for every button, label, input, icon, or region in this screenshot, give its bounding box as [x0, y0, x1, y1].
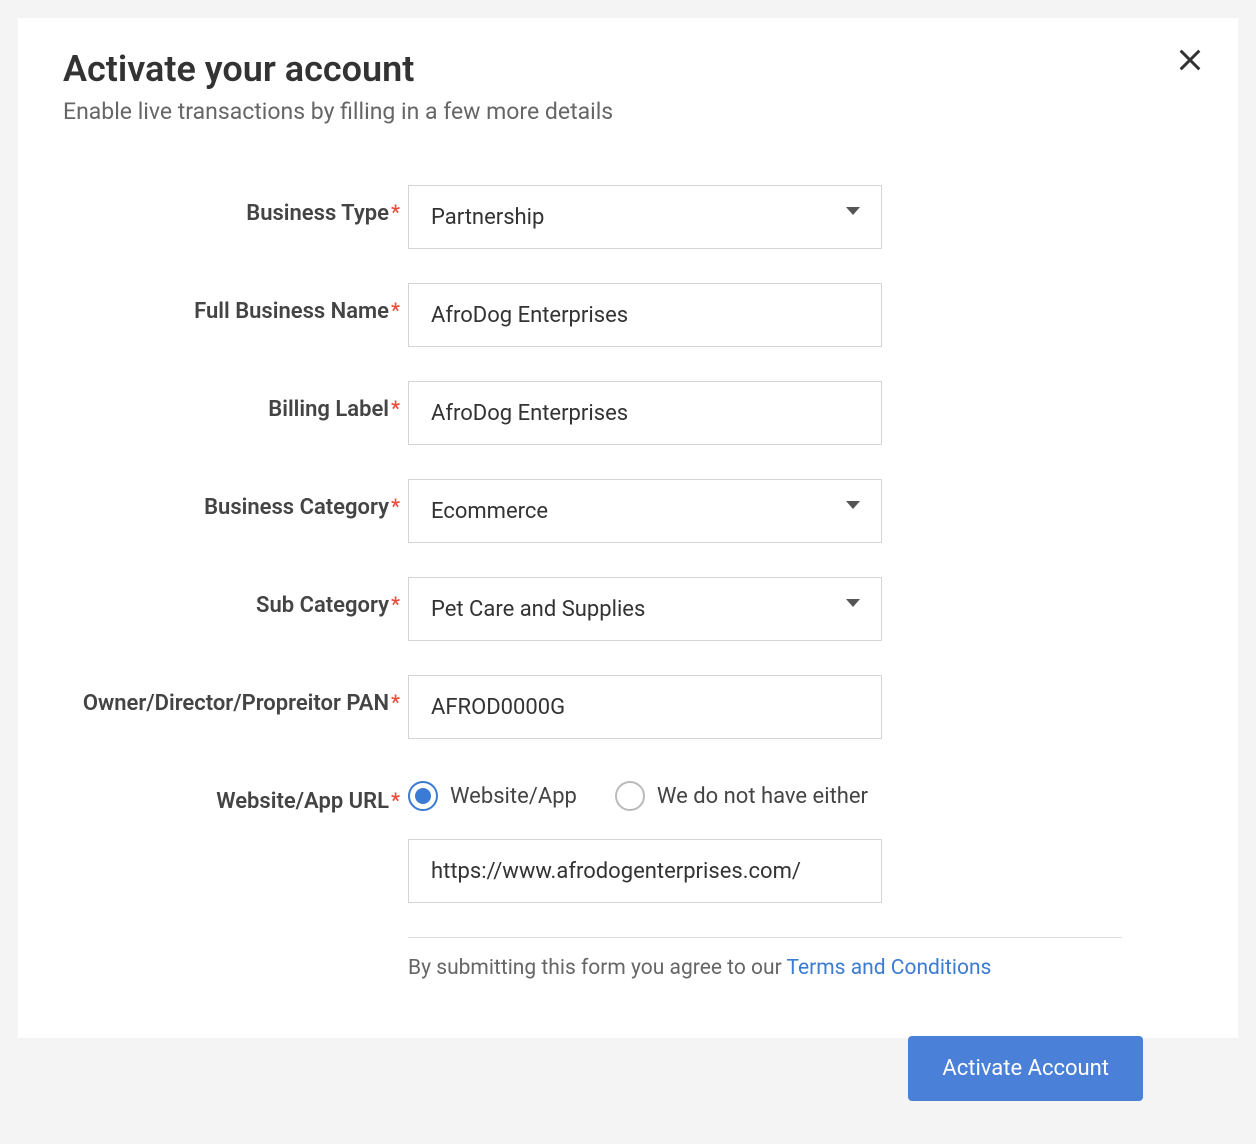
radio-selected-icon [408, 781, 438, 811]
sub-category-dropdown[interactable]: Pet Care and Supplies [408, 577, 882, 641]
business-type-dropdown[interactable]: Partnership [408, 185, 882, 249]
radio-no-either[interactable]: We do not have either [615, 781, 868, 811]
pan-label: Owner/Director/Propreitor PAN* [63, 675, 408, 720]
radio-website-app[interactable]: Website/App [408, 781, 577, 811]
form-row-pan: Owner/Director/Propreitor PAN* [63, 675, 1193, 739]
radio-unselected-icon [615, 781, 645, 811]
pan-input[interactable] [408, 675, 882, 739]
chevron-down-icon [846, 207, 860, 215]
radio-dot-icon [415, 788, 431, 804]
form-row-full-business-name: Full Business Name* [63, 283, 1193, 347]
required-asterisk-icon: * [391, 200, 400, 224]
form-row-sub-category: Sub Category* Pet Care and Supplies [63, 577, 1193, 641]
business-type-value: Partnership [408, 185, 882, 249]
form-row-business-category: Business Category* Ecommerce [63, 479, 1193, 543]
required-asterisk-icon: * [391, 298, 400, 322]
full-business-name-label: Full Business Name* [63, 283, 408, 328]
website-url-radio-group: Website/App We do not have either [408, 773, 968, 811]
required-asterisk-icon: * [391, 690, 400, 714]
label-text: Business Type [246, 201, 389, 226]
activate-account-button[interactable]: Activate Account [908, 1036, 1143, 1101]
chevron-down-icon [846, 501, 860, 509]
website-url-input[interactable] [408, 839, 882, 903]
business-category-dropdown[interactable]: Ecommerce [408, 479, 882, 543]
terms-link[interactable]: Terms and Conditions [787, 956, 992, 980]
form-row-billing-label: Billing Label* [63, 381, 1193, 445]
form-row-business-type: Business Type* Partnership [63, 185, 1193, 249]
required-asterisk-icon: * [391, 494, 400, 518]
close-icon [1176, 46, 1204, 74]
label-text: Full Business Name [194, 299, 389, 324]
chevron-down-icon [846, 599, 860, 607]
label-text: Business Category [204, 495, 389, 520]
required-asterisk-icon: * [391, 788, 400, 812]
billing-label-label: Billing Label* [63, 381, 408, 426]
website-url-label: Website/App URL* [63, 773, 408, 818]
sub-category-value: Pet Care and Supplies [408, 577, 882, 641]
label-text: Owner/Director/Propreitor PAN [83, 691, 389, 716]
label-text: Sub Category [256, 593, 389, 618]
label-text: Website/App URL [216, 789, 389, 814]
billing-label-input[interactable] [408, 381, 882, 445]
page-title: Activate your account [63, 48, 1193, 90]
page-subtitle: Enable live transactions by filling in a… [63, 98, 1193, 125]
form-row-website-url: Website/App URL* Website/App We do not h… [63, 773, 1193, 903]
radio-no-either-label: We do not have either [657, 784, 868, 809]
submit-row: Activate Account [63, 1036, 1193, 1101]
business-type-label: Business Type* [63, 185, 408, 230]
business-category-value: Ecommerce [408, 479, 882, 543]
terms-prefix: By submitting this form you agree to our [408, 956, 787, 980]
required-asterisk-icon: * [391, 396, 400, 420]
activate-account-modal: Activate your account Enable live transa… [18, 18, 1238, 1038]
required-asterisk-icon: * [391, 592, 400, 616]
label-text: Billing Label [268, 397, 389, 422]
terms-section: By submitting this form you agree to our… [408, 937, 1122, 980]
close-button[interactable] [1172, 42, 1208, 78]
radio-website-app-label: Website/App [450, 784, 577, 809]
full-business-name-input[interactable] [408, 283, 882, 347]
business-category-label: Business Category* [63, 479, 408, 524]
sub-category-label: Sub Category* [63, 577, 408, 622]
